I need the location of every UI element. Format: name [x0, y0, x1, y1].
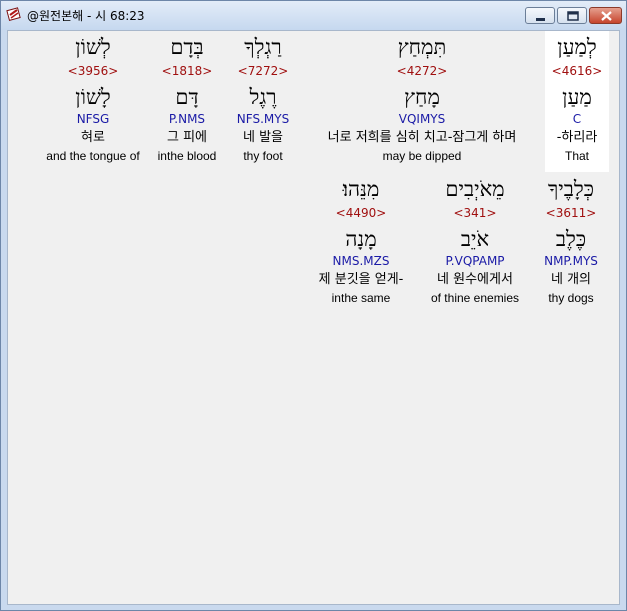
hebrew-word: תִּמְחַץ — [397, 35, 447, 59]
morphology-code: VQIMYS — [398, 112, 446, 126]
korean-gloss: 네 개의 — [550, 272, 591, 287]
strong-number[interactable]: <4272> — [305, 64, 539, 78]
morphology-code: NFSG — [76, 112, 110, 126]
word-column[interactable]: מִנֵּהוּ׃ <4490> מָנָה NMS.MZS 제 분깃을 얻게-… — [305, 173, 417, 314]
interlinear-panel[interactable]: לְמַעַן <4616> מַעַן C -하리라 That תִּמְחַ… — [7, 30, 620, 605]
window-title: @원전본해 - 시 68:23 — [27, 9, 145, 23]
korean-gloss: 제 분깃을 얻게- — [318, 272, 404, 287]
korean-gloss: 네 발을 — [242, 130, 283, 145]
hebrew-lemma: מָחַץ — [404, 85, 440, 109]
morphology-code: C — [572, 112, 582, 126]
hebrew-lemma: דָּם — [175, 85, 199, 109]
hebrew-word: בְּדָם — [170, 35, 204, 59]
english-gloss: of thine enemies — [430, 291, 520, 305]
word-column[interactable]: כְּלָבֶיךָ <3611> כֶּלֶב NMP.MYS 네 개의 th… — [533, 173, 609, 314]
strong-number[interactable]: <4616> — [545, 64, 609, 78]
hebrew-lemma: כֶּלֶב — [555, 227, 587, 251]
strong-number[interactable]: <3956> — [38, 64, 148, 78]
close-icon — [601, 11, 612, 21]
strong-number[interactable]: <7272> — [228, 64, 298, 78]
korean-gloss: 네 원수에게서 — [437, 272, 513, 287]
word-column[interactable]: רַגְלְךָ <7272> רֶגֶל NFS.MYS 네 발을 thy f… — [228, 31, 298, 172]
english-gloss: thy dogs — [548, 291, 594, 305]
strong-number[interactable]: <341> — [423, 206, 527, 220]
hebrew-lemma: לָשׁוֹן — [75, 85, 111, 109]
hebrew-lemma: מַעַן — [562, 85, 592, 109]
hebrew-lemma: אֹיֵב — [460, 227, 490, 251]
english-gloss: inthe same — [331, 291, 391, 305]
hebrew-lemma: רֶגֶל — [249, 85, 277, 109]
close-button[interactable] — [589, 7, 622, 24]
english-gloss: and the tongue of — [46, 149, 140, 163]
morphology-code: NMP.MYS — [544, 254, 598, 268]
minimize-icon — [536, 18, 545, 21]
english-gloss: may be dipped — [382, 149, 462, 163]
hebrew-word: לְשׁוֹן — [75, 35, 111, 59]
word-column[interactable]: תִּמְחַץ <4272> מָחַץ VQIMYS 너로 저희를 심히 치… — [305, 31, 539, 172]
word-column[interactable]: לְשׁוֹן <3956> לָשׁוֹן NFSG 혀로 and the t… — [38, 31, 148, 172]
english-gloss: thy foot — [243, 149, 283, 163]
korean-gloss: 너로 저희를 심히 치고-잠그게 하며 — [327, 130, 517, 145]
strong-number[interactable]: <3611> — [533, 206, 609, 220]
maximize-icon — [567, 11, 579, 21]
morphology-code: NFS.MYS — [236, 112, 290, 126]
strong-number[interactable]: <4490> — [305, 206, 417, 220]
hebrew-word: כְּלָבֶיךָ — [547, 177, 595, 201]
strong-number[interactable]: <1818> — [152, 64, 222, 78]
word-column[interactable]: לְמַעַן <4616> מַעַן C -하리라 That — [545, 31, 609, 172]
morphology-code: NMS.MZS — [332, 254, 390, 268]
morphology-code: P.NMS — [168, 112, 206, 126]
word-column[interactable]: מֵאֹיְבִים <341> אֹיֵב P.VQPAMP 네 원수에게서 … — [423, 173, 527, 314]
english-gloss: inthe blood — [157, 149, 217, 163]
morphology-code: P.VQPAMP — [445, 254, 505, 268]
hebrew-word: רַגְלְךָ — [244, 35, 282, 59]
maximize-button[interactable] — [557, 7, 587, 24]
hebrew-word: לְמַעַן — [557, 35, 597, 59]
hebrew-lemma: מָנָה — [345, 227, 377, 251]
hebrew-word: מֵאֹיְבִים — [445, 177, 505, 201]
korean-gloss: -하리라 — [556, 130, 598, 145]
title-bar[interactable]: @원전본해 - 시 68:23 — [1, 1, 626, 30]
word-column[interactable]: בְּדָם <1818> דָּם P.NMS 그 피에 inthe bloo… — [152, 31, 222, 172]
hebrew-word: מִנֵּהוּ׃ — [342, 177, 380, 201]
english-gloss: That — [564, 149, 589, 163]
korean-gloss: 그 피에 — [166, 130, 207, 145]
minimize-button[interactable] — [525, 7, 555, 24]
app-window: @원전본해 - 시 68:23 לְמַעַן <4616> מַעַן C -… — [0, 0, 627, 611]
app-icon[interactable] — [6, 6, 22, 22]
korean-gloss: 혀로 — [81, 130, 105, 145]
